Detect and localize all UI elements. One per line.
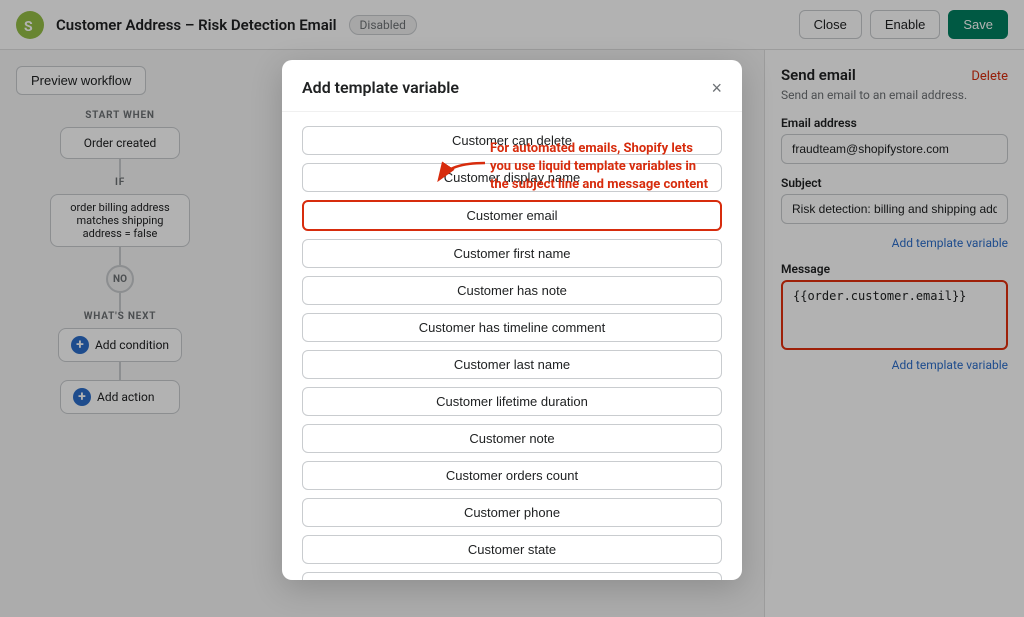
variable-btn-customer-has-timeline-comment[interactable]: Customer has timeline comment <box>302 313 722 342</box>
annotation-arrow-icon <box>430 158 490 188</box>
modal-header: Add template variable × <box>282 60 742 112</box>
variable-btn-customer-has-note[interactable]: Customer has note <box>302 276 722 305</box>
annotation-text: For automated emails, Shopify lets you u… <box>490 140 710 195</box>
variable-btn-customer-last-name[interactable]: Customer last name <box>302 350 722 379</box>
variable-btn-customer-phone[interactable]: Customer phone <box>302 498 722 527</box>
add-template-variable-modal: Add template variable × Customer can del… <box>282 60 742 580</box>
annotation: For automated emails, Shopify lets you u… <box>490 140 710 195</box>
modal-title: Add template variable <box>302 78 459 97</box>
variable-btn-customer-state[interactable]: Customer state <box>302 535 722 564</box>
variable-btn-customer-orders-count[interactable]: Customer orders count <box>302 461 722 490</box>
variable-btn-customer-first-name[interactable]: Customer first name <box>302 239 722 268</box>
modal-overlay: Add template variable × Customer can del… <box>0 0 1024 617</box>
variable-btn-customer-tax-exempt[interactable]: Customer tax exempt <box>302 572 722 580</box>
modal-close-button[interactable]: × <box>711 79 722 97</box>
variable-btn-customer-lifetime-duration[interactable]: Customer lifetime duration <box>302 387 722 416</box>
variable-btn-customer-email[interactable]: Customer email <box>302 200 722 231</box>
variable-btn-customer-note[interactable]: Customer note <box>302 424 722 453</box>
